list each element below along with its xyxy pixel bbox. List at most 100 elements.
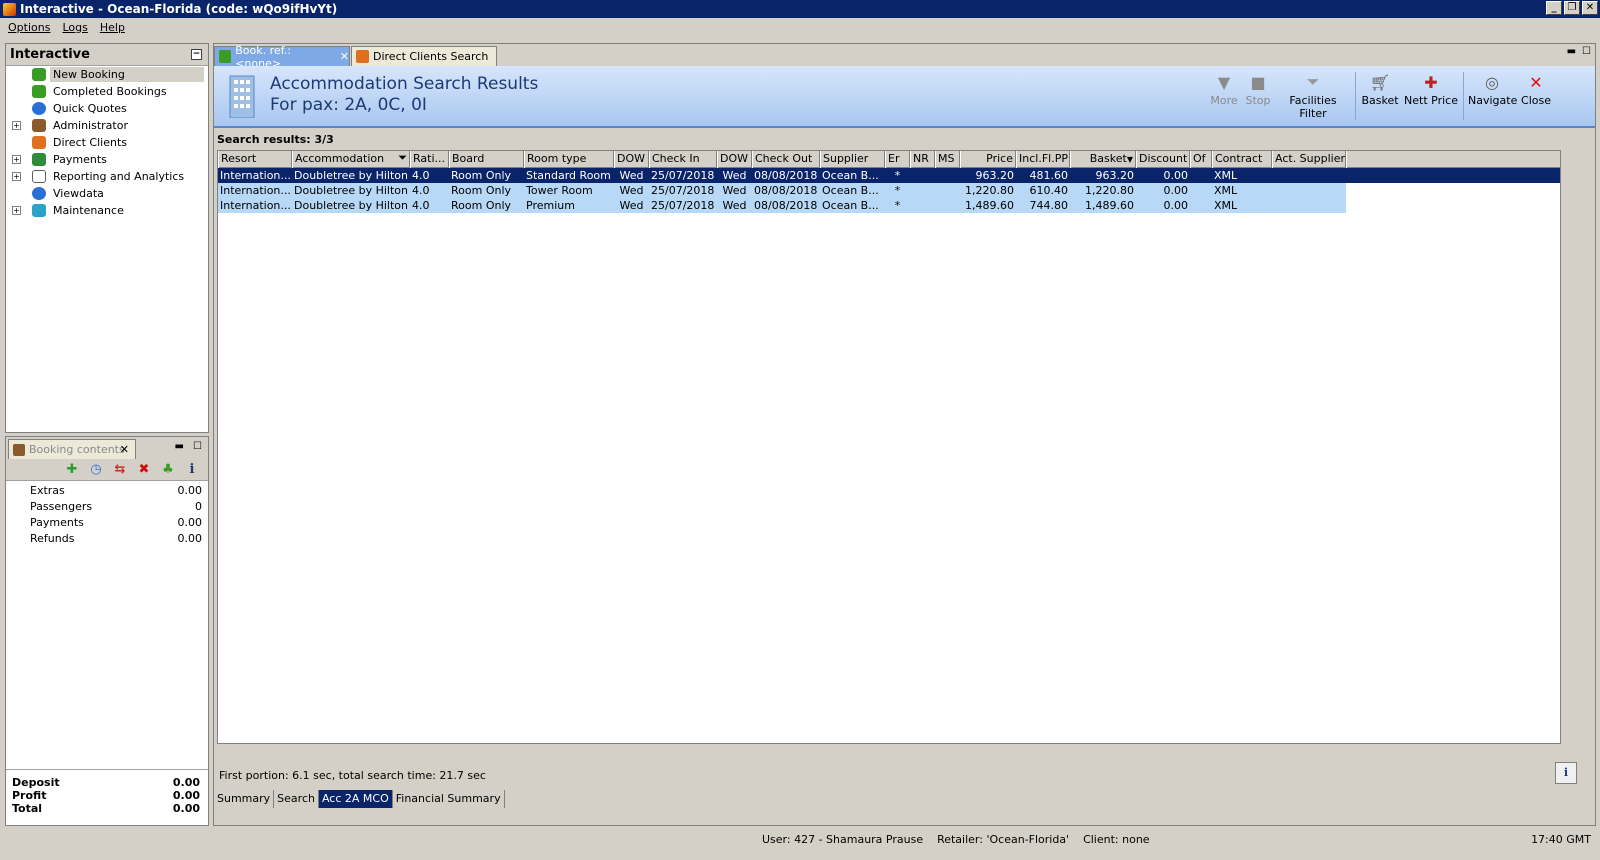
- info-button[interactable]: i: [1555, 762, 1577, 784]
- minimize-button[interactable]: _: [1546, 1, 1562, 15]
- total-value: 0.00: [172, 789, 200, 802]
- restore-button[interactable]: ❐: [1564, 1, 1580, 15]
- column-header-resort[interactable]: Resort: [218, 151, 292, 168]
- column-header-incl-fl-pp[interactable]: Incl.Fl.PP: [1016, 151, 1070, 168]
- nav-item-label: Reporting and Analytics: [53, 170, 185, 183]
- table-cell: 4.0: [412, 169, 430, 182]
- column-header-er[interactable]: Er: [885, 151, 910, 168]
- basket-icon: 🛒︎: [1369, 72, 1391, 92]
- nav-item-label: Direct Clients: [53, 136, 128, 149]
- table-row[interactable]: Internation... Doubletree by Hilton ... 4.…: [218, 168, 1560, 183]
- nav-item-direct-clients[interactable]: Direct Clients: [6, 134, 208, 151]
- nett-price-button[interactable]: ✚ Nett Price: [1404, 70, 1458, 108]
- column-header-dow-in[interactable]: DOW: [614, 151, 649, 168]
- nav-item-quick-quotes[interactable]: Quick Quotes: [6, 100, 208, 117]
- column-header-board[interactable]: Board: [449, 151, 524, 168]
- navigate-button[interactable]: ◎ Navigate: [1468, 70, 1518, 108]
- bottom-tab-summary[interactable]: Summary: [214, 790, 275, 808]
- palm-tree-icon[interactable]: ♣: [160, 462, 176, 478]
- maximize-panel-button[interactable]: ☐: [193, 441, 202, 452]
- bottom-tab-search[interactable]: Search: [274, 790, 319, 808]
- nav-item-administrator[interactable]: + Administrator: [6, 117, 208, 134]
- nav-item-completed-bookings[interactable]: Completed Bookings: [6, 83, 208, 100]
- menu-logs[interactable]: Logs: [56, 21, 93, 34]
- column-header-nr[interactable]: NR: [910, 151, 935, 168]
- column-header-act-supplier[interactable]: Act. Supplier: [1272, 151, 1346, 168]
- close-tab-icon[interactable]: ✕: [120, 443, 129, 456]
- table-cell: 25/07/2018: [651, 184, 715, 197]
- table-cell: 744.80: [1029, 199, 1069, 212]
- info-icon[interactable]: i: [184, 462, 200, 478]
- navigation-panel-title: Interactive: [10, 47, 90, 62]
- column-header-ms[interactable]: MS: [935, 151, 960, 168]
- booking-contents-tab[interactable]: Booking contents ✕: [8, 439, 136, 459]
- column-header-dow-out[interactable]: DOW: [717, 151, 752, 168]
- expand-icon[interactable]: +: [12, 206, 21, 215]
- column-header-room-type[interactable]: Room type: [524, 151, 614, 168]
- transfer-icon[interactable]: ⇆: [112, 462, 128, 478]
- column-header-rating[interactable]: Rati...: [410, 151, 449, 168]
- close-window-button[interactable]: ✕: [1582, 1, 1598, 15]
- app-icon: [3, 2, 16, 16]
- navigate-label: Navigate: [1468, 94, 1518, 107]
- column-header-check-in[interactable]: Check In: [649, 151, 717, 168]
- direct-client-icon: [356, 50, 369, 63]
- table-cell: 25/07/2018: [651, 199, 715, 212]
- delete-icon[interactable]: ✖: [136, 462, 152, 478]
- minimize-panel-button[interactable]: ▬: [175, 441, 184, 452]
- table-cell: [1272, 168, 1346, 183]
- table-cell: 610.40: [1029, 184, 1069, 197]
- maximize-panel-button[interactable]: ☐: [1582, 46, 1591, 57]
- menu-help[interactable]: Help: [94, 21, 131, 34]
- palm-tree-icon: [32, 85, 46, 98]
- column-header-label: Basket: [1089, 152, 1127, 165]
- grid-header: Resort Accommodation ⏷ Rati... Board Room…: [218, 151, 1560, 168]
- expand-icon[interactable]: +: [12, 172, 21, 181]
- nav-item-viewdata[interactable]: Viewdata: [6, 185, 208, 202]
- nav-item-reporting[interactable]: + Reporting and Analytics: [6, 168, 208, 185]
- column-header-accommodation[interactable]: Accommodation ⏷: [292, 151, 410, 168]
- booking-row-refunds: Refunds 0.00: [6, 531, 208, 547]
- nav-item-payments[interactable]: + Payments: [6, 151, 208, 168]
- table-cell: Wed: [722, 169, 747, 182]
- column-header-discount[interactable]: Discount: [1136, 151, 1190, 168]
- close-button[interactable]: ✕ Close: [1520, 70, 1552, 108]
- booking-row-value: 0.00: [177, 516, 203, 529]
- expand-icon[interactable]: +: [12, 155, 21, 164]
- payments-icon: [32, 153, 46, 166]
- nav-item-label: Maintenance: [53, 204, 124, 217]
- facilities-filter-button[interactable]: ⏷ Facilities Filter: [1276, 70, 1350, 120]
- nett-price-icon: ✚: [1424, 72, 1438, 92]
- booking-toolbar: ✚ ◷ ⇆ ✖ ♣ i: [6, 459, 208, 481]
- column-header-price[interactable]: Price: [960, 151, 1016, 168]
- column-header-contract[interactable]: Contract: [1212, 151, 1272, 168]
- clock-icon[interactable]: ◷: [88, 462, 104, 478]
- bottom-tab-acc-2a-mco[interactable]: Acc 2A MCO: [318, 790, 393, 808]
- nav-item-maintenance[interactable]: + Maintenance: [6, 202, 208, 219]
- basket-button[interactable]: 🛒︎ Basket: [1360, 70, 1400, 108]
- column-header-basket[interactable]: Basket▼: [1070, 151, 1136, 168]
- column-header-supplier[interactable]: Supplier: [820, 151, 885, 168]
- total-value: 0.00: [172, 802, 200, 815]
- sort-descending-icon: ▼: [1126, 155, 1133, 164]
- expand-icon[interactable]: +: [12, 121, 21, 130]
- column-header-of[interactable]: Of: [1190, 151, 1212, 168]
- bottom-tab-financial-summary[interactable]: Financial Summary: [392, 790, 505, 808]
- tab-direct-clients-search[interactable]: Direct Clients Search: [351, 46, 497, 66]
- add-icon[interactable]: ✚: [64, 462, 80, 478]
- nav-item-label: Viewdata: [53, 187, 104, 200]
- minimize-panel-button[interactable]: ▬: [1567, 46, 1576, 57]
- booking-row-passengers: Passengers 0: [6, 499, 208, 515]
- more-button[interactable]: ▼ More: [1209, 70, 1239, 108]
- tab-booking-ref[interactable]: Book. ref.: <none> ✕: [214, 44, 350, 70]
- close-tab-icon[interactable]: ✕: [340, 50, 349, 63]
- table-row[interactable]: Internation... Doubletree by Hilton ... 4.…: [218, 183, 1560, 198]
- nav-item-new-booking[interactable]: New Booking: [6, 66, 208, 83]
- filter-funnel-icon[interactable]: ⏷: [398, 151, 407, 165]
- search-time-info: First portion: 6.1 sec, total search tim…: [219, 769, 486, 782]
- stop-button[interactable]: ■ Stop: [1244, 70, 1272, 108]
- column-header-check-out[interactable]: Check Out: [752, 151, 820, 168]
- menu-options[interactable]: Options: [2, 21, 56, 34]
- collapse-panel-button[interactable]: −: [191, 49, 202, 60]
- table-row[interactable]: Internation... Doubletree by Hilton ... 4.…: [218, 198, 1560, 213]
